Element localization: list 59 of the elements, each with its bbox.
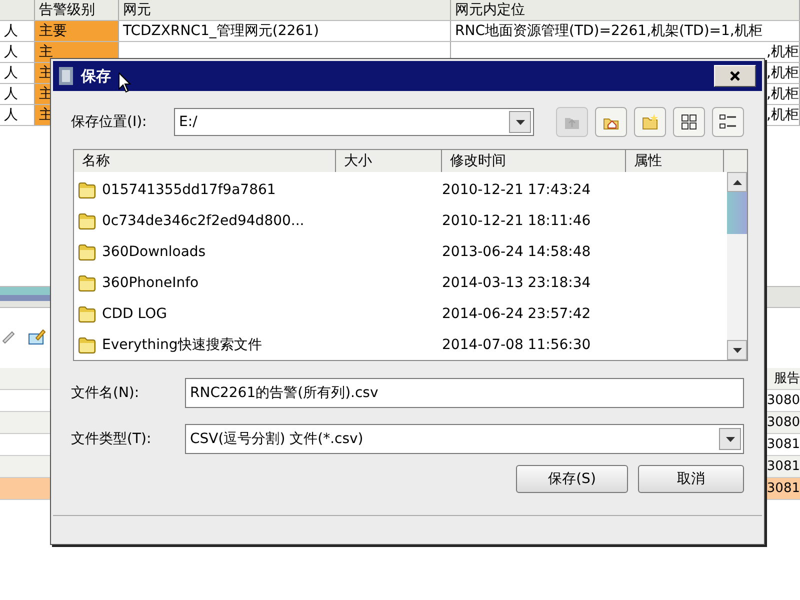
modified-date: 2010-12-21 17:43:24	[442, 182, 591, 198]
scrollbar-thumb[interactable]	[727, 192, 747, 234]
grid-view-icon	[679, 112, 699, 132]
file-type-label: 文件类型(T):	[71, 430, 152, 448]
caret-icon	[726, 436, 734, 442]
table-cell-text: 3080	[766, 392, 800, 410]
folder-icon	[78, 304, 96, 322]
column-header: 网元内定位	[451, 0, 800, 20]
severity-cell: 主要	[35, 21, 119, 41]
cancel-button[interactable]: 取消	[638, 465, 744, 493]
file-name[interactable]: 015741355dd17f9a7861	[102, 182, 442, 198]
caret-icon	[516, 120, 524, 124]
modified-date: 2013-06-24 14:58:48	[442, 244, 591, 260]
file-name-label: 文件名(N):	[71, 384, 140, 402]
new-folder-button[interactable]	[634, 107, 666, 137]
details-view-button[interactable]	[712, 107, 744, 137]
home-button[interactable]	[595, 107, 627, 137]
folder-icon	[78, 242, 96, 260]
cursor-icon	[118, 72, 132, 94]
close-button[interactable]	[714, 65, 756, 87]
table-cell: RNC地面资源管理(TD)=2261,机架(TD)=1,机柜	[451, 21, 800, 41]
modified-date: 2014-03-13 23:18:34	[442, 274, 591, 290]
file-name[interactable]: 360PhoneInfo	[102, 274, 442, 290]
folder-icon	[78, 212, 96, 230]
column-header[interactable]: 名称	[74, 150, 336, 172]
table-cell-text: 3081	[766, 436, 800, 454]
file-name[interactable]: 360Downloads	[102, 244, 442, 260]
modified-date: 2014-07-08 11:56:30	[442, 336, 591, 352]
panel-bar	[0, 287, 50, 301]
scroll-up-icon	[732, 180, 742, 184]
file-name[interactable]: CDD LOG	[102, 306, 442, 322]
column-header: 服告	[773, 370, 800, 388]
scroll-down-icon	[732, 348, 742, 352]
table-cell-text: 3080	[766, 414, 800, 432]
look-in-dropdown[interactable]: E:/	[174, 108, 534, 136]
file-name[interactable]: Everything快速搜索文件	[102, 336, 442, 354]
close-icon	[729, 70, 741, 82]
folder-icon	[78, 274, 96, 292]
folder-icon	[78, 336, 96, 354]
file-type-dropdown[interactable]: CSV(逗号分割) 文件(*.csv)	[185, 424, 744, 454]
vertical-scrollbar[interactable]	[727, 172, 747, 360]
folder-icon	[78, 180, 96, 198]
save-button[interactable]: 保存(S)	[516, 465, 628, 493]
new-folder-icon	[640, 112, 660, 132]
file-name[interactable]: 0c734de346c2f2ed94d800...	[102, 212, 442, 228]
table-cell-text: 3081	[766, 480, 800, 498]
table-cell-text: 3081	[766, 458, 800, 476]
list-view-button[interactable]	[673, 107, 705, 137]
modified-date: 2010-12-21 18:11:46	[442, 212, 591, 228]
file-name-field[interactable]: RNC2261的告警(所有列).csv	[185, 378, 744, 408]
modified-date: 2014-06-24 23:57:42	[442, 306, 591, 322]
column-header: 网元	[119, 0, 451, 20]
column-header[interactable]: 修改时间	[442, 150, 626, 172]
window-title: 保存	[81, 66, 111, 86]
column-header[interactable]: 大小	[336, 150, 442, 172]
folder-edit-icon[interactable]	[28, 328, 46, 346]
table-cell: TCDZXRNC1_管理网元(2261)	[119, 21, 451, 41]
app-icon	[59, 67, 73, 85]
column-header[interactable]: 属性	[626, 150, 724, 172]
